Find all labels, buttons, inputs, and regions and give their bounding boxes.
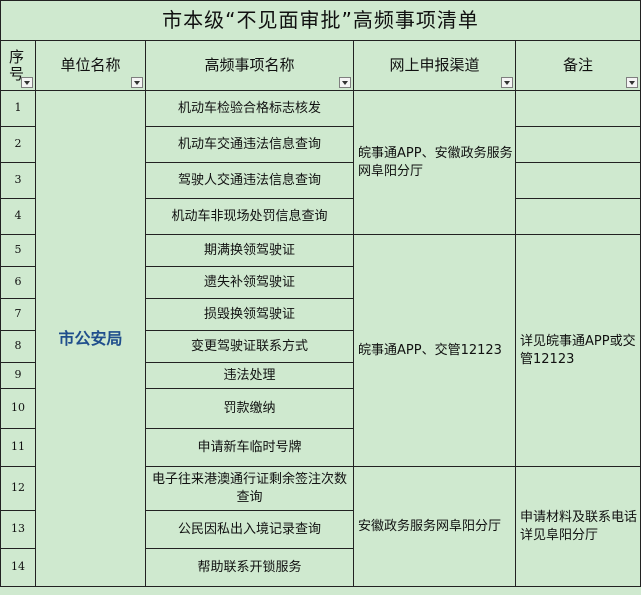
note-cell: 申请材料及联系电话详见阜阳分厅: [515, 466, 641, 587]
header-channel: 网上申报渠道: [353, 40, 516, 91]
page-title: 市本级“不见面审批”高频事项清单: [0, 0, 641, 41]
row-number: 3: [0, 162, 36, 199]
channel-cell: 皖事通APP、交管12123: [353, 234, 516, 467]
filter-dropdown-icon[interactable]: [626, 77, 638, 88]
filter-dropdown-icon[interactable]: [131, 77, 143, 88]
unit-name-cell: 市公安局: [35, 90, 146, 587]
channel-cell: 皖事通APP、安徽政务服务网阜阳分厅: [353, 90, 516, 235]
row-number: 10: [0, 388, 36, 429]
note-cell: [515, 162, 641, 199]
row-number: 1: [0, 90, 36, 127]
item-name-cell: 违法处理: [145, 362, 354, 389]
item-list-table: 市本级“不见面审批”高频事项清单 序号 单位名称 高频事项名称 网上申报渠道 备…: [0, 0, 641, 587]
header-seq: 序号: [0, 40, 36, 91]
header-channel-label: 网上申报渠道: [389, 56, 480, 75]
row-number: 6: [0, 266, 36, 299]
item-name-cell: 期满换领驾驶证: [145, 234, 354, 267]
item-name-cell: 变更驾驶证联系方式: [145, 330, 354, 363]
header-note: 备注: [515, 40, 641, 91]
row-number: 4: [0, 198, 36, 235]
header-item-label: 高频事项名称: [204, 56, 295, 75]
note-cell: [515, 198, 641, 235]
row-number: 13: [0, 510, 36, 549]
row-number: 9: [0, 362, 36, 389]
note-cell: [515, 126, 641, 163]
row-number: 12: [0, 466, 36, 511]
item-name-cell: 机动车非现场处罚信息查询: [145, 198, 354, 235]
item-name-cell: 遗失补领驾驶证: [145, 266, 354, 299]
filter-dropdown-icon[interactable]: [339, 77, 351, 88]
row-number: 8: [0, 330, 36, 363]
item-name-cell: 申请新车临时号牌: [145, 428, 354, 467]
header-note-label: 备注: [562, 56, 593, 75]
note-cell: [515, 90, 641, 127]
item-name-cell: 损毁换领驾驶证: [145, 298, 354, 331]
item-name-cell: 帮助联系开锁服务: [145, 548, 354, 587]
row-number: 11: [0, 428, 36, 467]
header-item: 高频事项名称: [145, 40, 354, 91]
item-name-cell: 罚款缴纳: [145, 388, 354, 429]
item-name-cell: 机动车检验合格标志核发: [145, 90, 354, 127]
spreadsheet: 市本级“不见面审批”高频事项清单 序号 单位名称 高频事项名称 网上申报渠道 备…: [0, 0, 641, 595]
header-unit-label: 单位名称: [60, 56, 121, 75]
filter-dropdown-icon[interactable]: [21, 77, 33, 88]
header-unit: 单位名称: [35, 40, 146, 91]
filter-dropdown-icon[interactable]: [501, 77, 513, 88]
row-number: 14: [0, 548, 36, 587]
header-seq-label: 序号: [9, 47, 25, 83]
row-number: 7: [0, 298, 36, 331]
row-number: 2: [0, 126, 36, 163]
channel-cell: 安徽政务服务网阜阳分厅: [353, 466, 516, 587]
item-name-cell: 电子往来港澳通行证剩余签注次数查询: [145, 466, 354, 511]
row-number: 5: [0, 234, 36, 267]
item-name-cell: 机动车交通违法信息查询: [145, 126, 354, 163]
item-name-cell: 驾驶人交通违法信息查询: [145, 162, 354, 199]
note-cell: 详见皖事通APP或交管12123: [515, 234, 641, 467]
item-name-cell: 公民因私出入境记录查询: [145, 510, 354, 549]
